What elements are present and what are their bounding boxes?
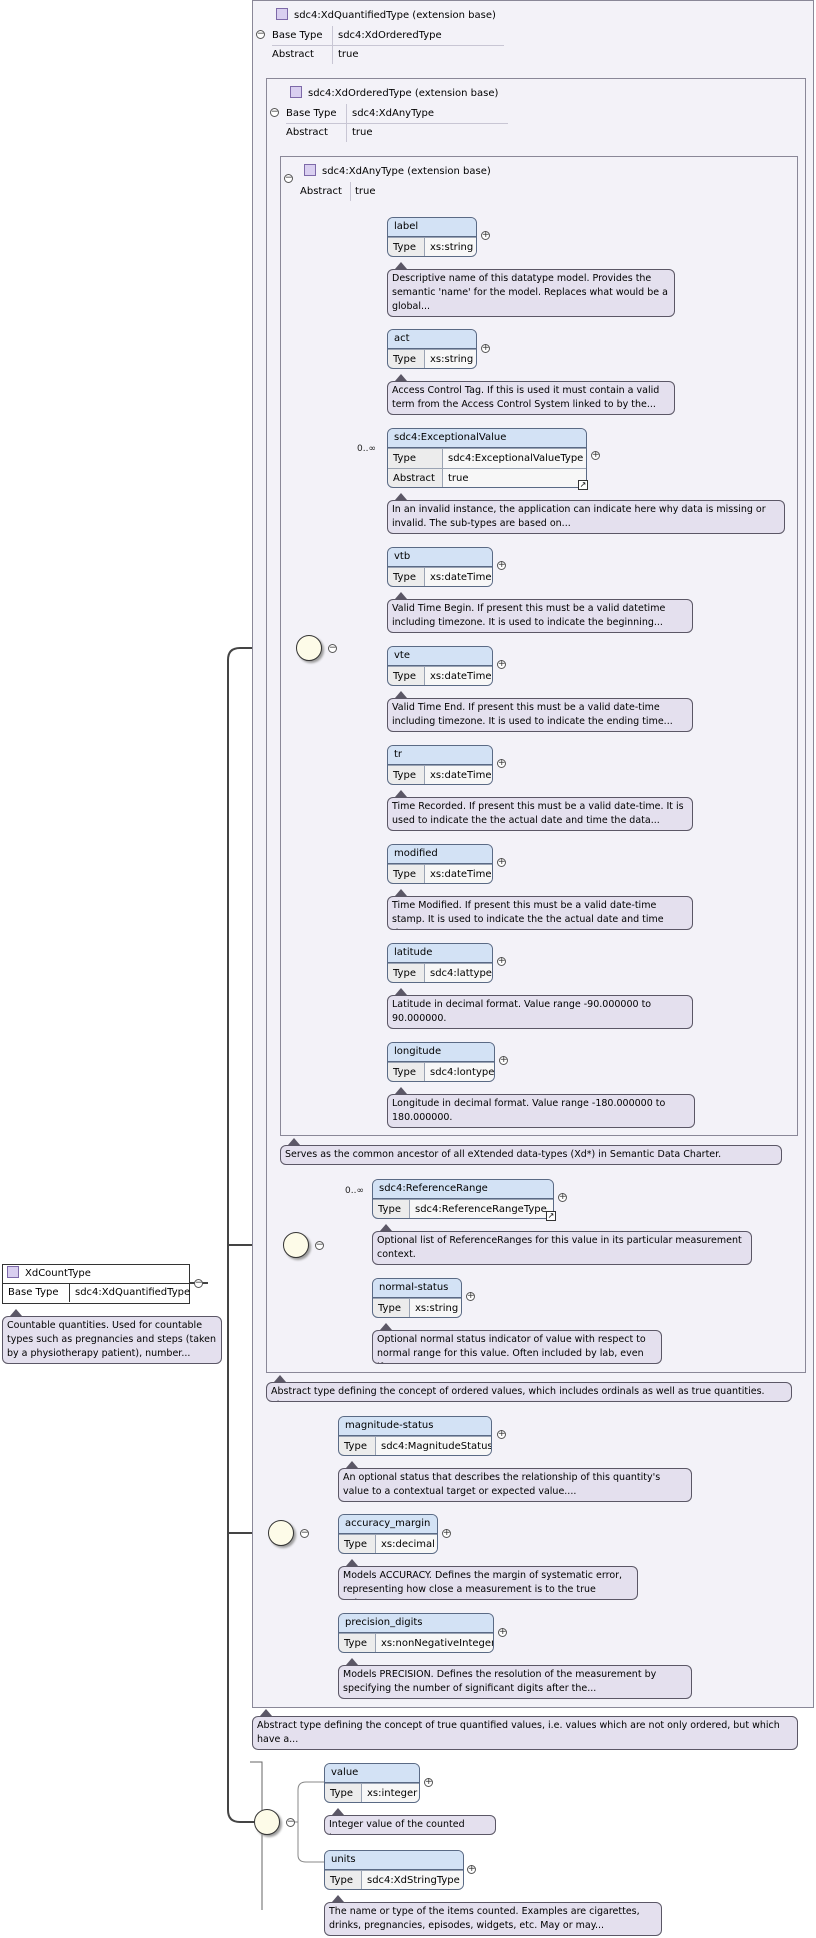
doc-pointer <box>332 1808 344 1815</box>
element-normal-status[interactable]: normal-status Type xs:string <box>372 1278 462 1318</box>
accuracy-margin-documentation: Models ACCURACY. Defines the margin of s… <box>338 1566 638 1600</box>
element-referencerange[interactable]: sdc4:ReferenceRange Type sdc4:ReferenceRa… <box>372 1179 554 1219</box>
collapse-ordered-button[interactable]: − <box>270 108 279 117</box>
xdanytype-properties: Abstract true <box>300 182 510 201</box>
element-modified[interactable]: modified Type xs:dateTime <box>387 844 493 884</box>
precision-digits-documentation: Models PRECISION. Defines the resolution… <box>338 1665 692 1699</box>
doc-pointer <box>395 262 407 269</box>
expand-act-button[interactable]: + <box>481 344 490 353</box>
expand-longitude-button[interactable]: + <box>499 1056 508 1065</box>
value-documentation: Integer value of the counted items. <box>324 1815 496 1835</box>
doc-pointer <box>346 1559 358 1566</box>
tr-documentation: Time Recorded. If present this must be a… <box>387 797 693 831</box>
sequence-compositor-icon[interactable] <box>268 1520 294 1546</box>
element-accuracy-margin[interactable]: accuracy_margin Type xs:decimal <box>338 1514 438 1554</box>
expand-normal-status-button[interactable]: + <box>466 1292 475 1301</box>
doc-pointer <box>260 1709 272 1716</box>
longitude-documentation: Longitude in decimal format. Value range… <box>387 1094 695 1128</box>
expand-exceptionalvalue-button[interactable]: + <box>591 451 600 460</box>
xdorderedtype-documentation: Abstract type defining the concept of or… <box>266 1382 792 1402</box>
act-documentation: Access Control Tag. If this is used it m… <box>387 381 675 415</box>
exceptionalvalue-documentation: In an invalid instance, the application … <box>387 500 785 534</box>
expand-precision-digits-button[interactable]: + <box>498 1628 507 1637</box>
label-documentation: Descriptive name of this datatype model.… <box>387 269 675 317</box>
doc-pointer <box>395 374 407 381</box>
doc-pointer <box>380 1323 392 1330</box>
expand-magnitude-status-button[interactable]: + <box>497 1430 506 1439</box>
element-label[interactable]: label Type xs:string <box>387 217 477 257</box>
sequence-compositor-icon[interactable] <box>254 1809 280 1835</box>
element-longitude[interactable]: longitude Type sdc4:lontype <box>387 1042 495 1082</box>
expand-vtb-button[interactable]: + <box>497 561 506 570</box>
collapse-quantified-button[interactable]: − <box>256 30 265 39</box>
doc-pointer <box>346 1461 358 1468</box>
doc-pointer <box>274 1375 286 1382</box>
expand-label-button[interactable]: + <box>481 231 490 240</box>
element-act[interactable]: act Type xs:string <box>387 329 477 369</box>
element-latitude[interactable]: latitude Type sdc4:lattype <box>387 943 493 983</box>
collapse-root-button[interactable]: − <box>194 1279 203 1288</box>
doc-pointer <box>395 889 407 896</box>
expand-tr-button[interactable]: + <box>497 759 506 768</box>
expand-modified-button[interactable]: + <box>497 858 506 867</box>
complex-type-icon <box>304 164 316 176</box>
magnitude-status-documentation: An optional status that describes the re… <box>338 1468 692 1502</box>
element-tr[interactable]: tr Type xs:dateTime <box>387 745 493 785</box>
xdorderedtype-properties: Base Type sdc4:XdAnyType Abstract true <box>286 104 508 142</box>
element-vtb[interactable]: vtb Type xs:dateTime <box>387 547 493 587</box>
collapse-sequence-button[interactable]: − <box>328 644 337 653</box>
doc-pointer <box>332 1895 344 1902</box>
modified-documentation: Time Modified. If present this must be a… <box>387 896 693 930</box>
latitude-documentation: Latitude in decimal format. Value range … <box>387 995 693 1029</box>
complex-type-icon <box>276 8 288 20</box>
collapse-sequence-button[interactable]: − <box>300 1529 309 1538</box>
root-complex-type[interactable]: XdCountType Base Type sdc4:XdQuantifiedTy… <box>2 1264 190 1304</box>
xdquantifiedtype-extension-header: sdc4:XdQuantifiedType (extension base) <box>276 8 496 21</box>
expand-value-button[interactable]: + <box>424 1778 433 1787</box>
normal-status-documentation: Optional normal status indicator of valu… <box>372 1330 662 1364</box>
collapse-sequence-button[interactable]: − <box>286 1818 295 1827</box>
doc-pointer <box>10 1309 22 1316</box>
expand-accuracy-margin-button[interactable]: + <box>442 1529 451 1538</box>
element-magnitude-status[interactable]: magnitude-status Type sdc4:MagnitudeStatu… <box>338 1416 492 1456</box>
occurrence-label: 0..∞ <box>345 1186 364 1196</box>
sequence-compositor-icon[interactable] <box>283 1232 309 1258</box>
xdquantifiedtype-properties: Base Type sdc4:XdOrderedType Abstract true <box>272 26 504 64</box>
expand-vte-button[interactable]: + <box>497 660 506 669</box>
element-vte[interactable]: vte Type xs:dateTime <box>387 646 493 686</box>
collapse-sequence-button[interactable]: − <box>315 1241 324 1250</box>
xdquantifiedtype-documentation: Abstract type defining the concept of tr… <box>252 1716 798 1750</box>
collapse-any-button[interactable]: − <box>284 174 293 183</box>
element-value[interactable]: value Type xs:integer <box>324 1763 420 1803</box>
occurrence-label: 0..∞ <box>357 444 376 454</box>
referencerange-documentation: Optional list of ReferenceRanges for thi… <box>372 1231 752 1265</box>
expand-latitude-button[interactable]: + <box>497 957 506 966</box>
root-documentation: Countable quantities. Used for countable… <box>2 1316 222 1364</box>
vtb-documentation: Valid Time Begin. If present this must b… <box>387 599 693 633</box>
element-precision-digits[interactable]: precision_digits Type xs:nonNegativeInteg… <box>338 1613 494 1653</box>
expand-units-button[interactable]: + <box>467 1865 476 1874</box>
units-documentation: The name or type of the items counted. E… <box>324 1902 662 1936</box>
doc-pointer <box>395 790 407 797</box>
doc-pointer <box>288 1138 300 1145</box>
doc-pointer <box>380 1224 392 1231</box>
xdanytype-documentation: Serves as the common ancestor of all eXt… <box>280 1145 782 1165</box>
doc-pointer <box>395 1087 407 1094</box>
element-units[interactable]: units Type sdc4:XdStringType <box>324 1850 464 1890</box>
complex-type-icon <box>7 1266 19 1278</box>
doc-pointer <box>395 592 407 599</box>
doc-pointer <box>395 493 407 500</box>
sequence-compositor-icon[interactable] <box>296 635 322 661</box>
reference-link-icon[interactable]: ↗ <box>578 480 588 490</box>
element-exceptionalvalue[interactable]: sdc4:ExceptionalValue Type sdc4:Exception… <box>387 428 587 488</box>
xdorderedtype-extension-header: sdc4:XdOrderedType (extension base) <box>290 86 498 99</box>
xdanytype-extension-header: sdc4:XdAnyType (extension base) <box>304 164 491 177</box>
complex-type-icon <box>290 86 302 98</box>
reference-link-icon[interactable]: ↗ <box>546 1211 556 1221</box>
vte-documentation: Valid Time End. If present this must be … <box>387 698 693 732</box>
doc-pointer <box>395 691 407 698</box>
doc-pointer <box>346 1658 358 1665</box>
doc-pointer <box>395 988 407 995</box>
expand-referencerange-button[interactable]: + <box>558 1193 567 1202</box>
